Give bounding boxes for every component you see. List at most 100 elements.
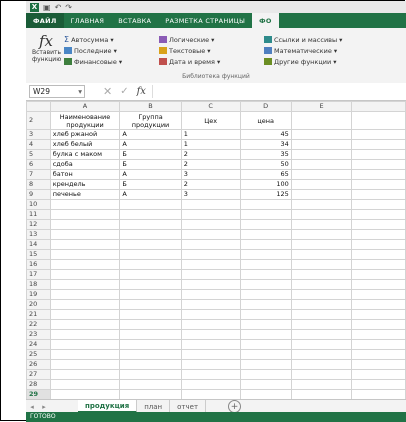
cell[interactable] (351, 159, 406, 170)
cell[interactable] (239, 229, 292, 240)
cell[interactable]: 1 (180, 139, 241, 150)
cell[interactable] (239, 239, 292, 250)
cell[interactable]: 125 (239, 189, 292, 200)
cell[interactable] (119, 299, 182, 310)
cell[interactable] (49, 269, 121, 280)
cell[interactable] (180, 199, 241, 210)
cell[interactable] (239, 309, 292, 320)
cell[interactable] (351, 329, 406, 340)
row-header[interactable]: 27 (26, 369, 51, 380)
cell[interactable]: 2 (180, 179, 241, 190)
cell[interactable] (290, 249, 353, 260)
cell[interactable]: Б (119, 159, 182, 170)
row-header[interactable]: 2 (26, 111, 51, 130)
cell[interactable]: 100 (239, 179, 292, 190)
cell[interactable]: 3 (180, 169, 241, 180)
cell[interactable] (239, 259, 292, 270)
cell[interactable]: хлеб белый (49, 139, 121, 150)
tab-page-layout[interactable]: РАЗМЕТКА СТРАНИЦЫ (158, 13, 252, 28)
cell[interactable] (290, 189, 353, 200)
cell[interactable] (49, 359, 121, 370)
row-header[interactable]: 5 (26, 149, 51, 160)
cell[interactable] (239, 199, 292, 210)
cell[interactable] (351, 289, 406, 300)
cell[interactable] (351, 209, 406, 220)
row-header[interactable]: 24 (26, 339, 51, 350)
cell[interactable] (351, 269, 406, 280)
insert-function-icon[interactable]: fx (137, 86, 146, 97)
cell[interactable] (290, 159, 353, 170)
cell[interactable] (49, 299, 121, 310)
row-header[interactable]: 26 (26, 359, 51, 370)
cell[interactable] (239, 329, 292, 340)
cell[interactable] (351, 249, 406, 260)
cell[interactable]: 45 (239, 129, 292, 140)
cell[interactable] (290, 209, 353, 220)
cell[interactable] (119, 239, 182, 250)
more-functions-button[interactable]: Другие функции ▾ (264, 56, 342, 67)
cell[interactable] (49, 309, 121, 320)
cell[interactable] (239, 389, 292, 400)
cell[interactable] (119, 339, 182, 350)
cell[interactable] (180, 319, 241, 330)
cell[interactable] (119, 269, 182, 280)
cell[interactable]: крендель (49, 179, 121, 190)
cell[interactable] (239, 349, 292, 360)
cell[interactable] (239, 269, 292, 280)
row-header[interactable]: 8 (26, 179, 51, 190)
cell[interactable] (239, 209, 292, 220)
cell[interactable]: хлеб ржаной (49, 129, 121, 140)
cell[interactable] (290, 139, 353, 150)
cell[interactable] (49, 239, 121, 250)
cell[interactable] (290, 359, 353, 370)
cell[interactable] (119, 319, 182, 330)
row-header[interactable]: 9 (26, 189, 51, 200)
cell[interactable] (119, 209, 182, 220)
cell[interactable] (180, 309, 241, 320)
cell[interactable] (49, 369, 121, 380)
cell[interactable] (351, 389, 406, 400)
cell[interactable] (49, 209, 121, 220)
cell[interactable] (180, 329, 241, 340)
row-header[interactable]: 28 (26, 379, 51, 390)
cell[interactable] (351, 259, 406, 270)
cell[interactable]: 50 (239, 159, 292, 170)
cell[interactable] (239, 379, 292, 390)
cell[interactable] (49, 279, 121, 290)
cell[interactable] (239, 359, 292, 370)
cell[interactable] (290, 129, 353, 140)
cell[interactable] (119, 259, 182, 270)
cell[interactable] (290, 179, 353, 190)
cell[interactable] (180, 349, 241, 360)
cell[interactable] (290, 199, 353, 210)
next-sheet-icon[interactable]: ▸ (38, 403, 50, 411)
cell[interactable] (351, 229, 406, 240)
row-header[interactable]: 23 (26, 329, 51, 340)
cell[interactable] (351, 279, 406, 290)
row-header[interactable]: 10 (26, 199, 51, 210)
logical-button[interactable]: Логические ▾ (159, 34, 220, 45)
cell[interactable] (351, 319, 406, 330)
cell[interactable] (180, 289, 241, 300)
cell[interactable] (119, 329, 182, 340)
cell[interactable] (290, 279, 353, 290)
cell[interactable]: 2 (180, 149, 241, 160)
cell[interactable] (119, 309, 182, 320)
cell[interactable] (119, 389, 182, 400)
cell[interactable]: Б (119, 179, 182, 190)
cell[interactable]: 34 (239, 139, 292, 150)
cell[interactable]: сдоба (49, 159, 121, 170)
cell[interactable]: Б (119, 149, 182, 160)
cell[interactable] (119, 219, 182, 230)
cell[interactable] (119, 359, 182, 370)
cell[interactable] (351, 169, 406, 180)
row-header[interactable]: 6 (26, 159, 51, 170)
cell[interactable] (290, 269, 353, 280)
cell[interactable] (180, 239, 241, 250)
cell[interactable] (180, 279, 241, 290)
cell[interactable] (180, 369, 241, 380)
cell[interactable] (290, 309, 353, 320)
cell[interactable]: А (119, 169, 182, 180)
cell[interactable] (239, 249, 292, 260)
undo-icon[interactable]: ↶ (55, 3, 62, 12)
